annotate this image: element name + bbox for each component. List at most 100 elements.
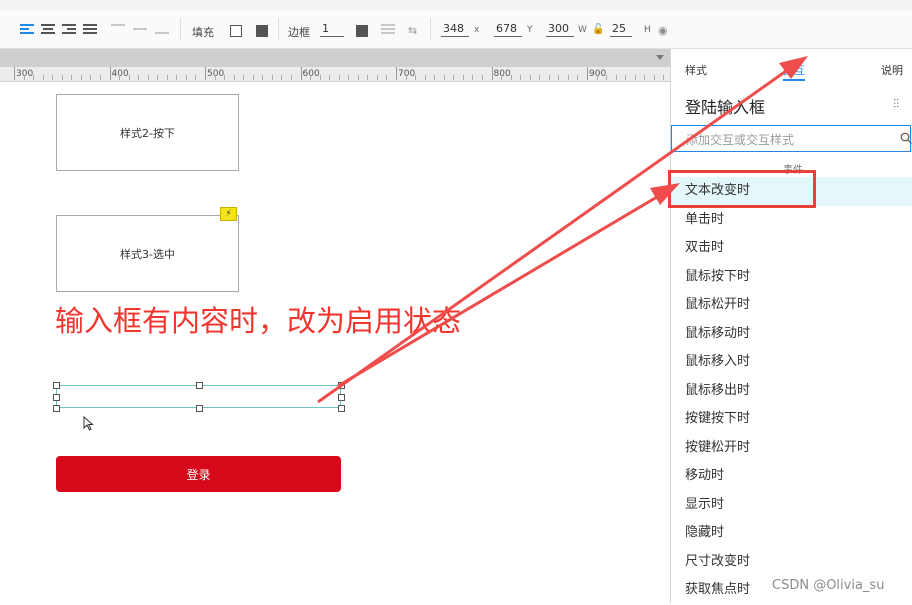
tab-style[interactable]: 样式	[685, 62, 707, 78]
style-pressed-box[interactable]: 样式2-按下	[56, 94, 239, 171]
ruler-minor-tick	[243, 75, 245, 80]
ruler-tick-label: 600	[302, 69, 320, 79]
ruler-tick-label: 700	[398, 69, 416, 79]
border-arrow-icon[interactable]: ⇆	[408, 24, 417, 37]
event-item[interactable]: 鼠标松开时	[671, 291, 912, 320]
align-top-icon[interactable]	[111, 24, 125, 34]
border-width-input[interactable]: 1	[320, 22, 344, 37]
ruler-minor-tick	[424, 75, 426, 80]
watermark-text: CSDN @Olivia_su	[772, 578, 885, 593]
ruler-tick-label: 500	[207, 69, 225, 79]
align-center-icon[interactable]	[41, 24, 55, 34]
widget-name-title[interactable]: 登陆输入框	[685, 94, 765, 118]
resize-handle[interactable]	[338, 394, 345, 401]
ruler-minor-tick	[166, 75, 168, 80]
border-color-swatch[interactable]	[356, 25, 368, 37]
page-tab-dropdown-icon[interactable]	[656, 55, 664, 60]
inspector-panel: 样式 交互 说明 登陆输入框 ⫶⫶ 事件 文本改变时单击时双击时鼠标按下时鼠标松…	[670, 49, 912, 603]
event-item[interactable]: 按键按下时	[671, 405, 912, 434]
event-item[interactable]: 鼠标移出时	[671, 377, 912, 406]
ruler-minor-tick	[52, 75, 54, 80]
resize-handle[interactable]	[338, 405, 345, 412]
annotation-text: 输入框有内容时，改为启用状态	[55, 304, 462, 338]
tab-interaction[interactable]: 交互	[783, 62, 805, 78]
ruler-minor-tick	[90, 75, 92, 80]
ruler-minor-tick	[529, 75, 531, 80]
ruler-minor-tick	[224, 75, 226, 80]
ruler-minor-tick	[453, 75, 455, 80]
ruler-minor-tick	[147, 75, 149, 80]
style-selected-box[interactable]: 样式3-选中	[56, 215, 239, 292]
fill-label: 填充	[192, 26, 214, 39]
x-position-input[interactable]: 348	[441, 22, 469, 37]
login-button[interactable]: 登录	[56, 456, 341, 492]
fill-color-swatch[interactable]	[230, 25, 242, 37]
ruler-minor-tick	[262, 75, 264, 80]
event-item[interactable]: 移动时	[671, 462, 912, 491]
resize-handle[interactable]	[338, 382, 345, 389]
interaction-search-box[interactable]	[671, 125, 912, 152]
ruler-minor-tick	[462, 75, 464, 80]
page-tab-bar	[0, 49, 670, 67]
format-toolbar: 填充 边框 1 ⇆ 348 x 678 Y 300 W 🔓 25 H ◉	[0, 10, 912, 49]
align-justify-icon[interactable]	[83, 24, 97, 34]
height-input[interactable]: 25	[610, 22, 632, 37]
style-pressed-label: 样式2-按下	[120, 126, 175, 140]
filter-settings-icon[interactable]: ⫶⫶	[893, 97, 899, 112]
event-item[interactable]: 鼠标按下时	[671, 263, 912, 292]
ruler-tick	[109, 67, 111, 80]
ruler-minor-tick	[290, 75, 292, 80]
event-item[interactable]: 鼠标移动时	[671, 320, 912, 349]
align-bottom-icon[interactable]	[155, 24, 169, 34]
ruler-tick-label: 900	[589, 69, 607, 79]
interaction-search-input[interactable]	[684, 130, 888, 150]
ruler-minor-tick	[481, 75, 483, 80]
ruler-tick-label: 300	[16, 69, 34, 79]
event-item[interactable]: 单击时	[671, 206, 912, 235]
ruler-minor-tick	[606, 75, 608, 80]
event-item[interactable]: 按键松开时	[671, 434, 912, 463]
event-item[interactable]: 显示时	[671, 491, 912, 520]
fill-style-swatch[interactable]	[256, 25, 268, 37]
width-axis-label: W	[578, 25, 587, 35]
ruler-minor-tick	[357, 75, 359, 80]
height-axis-label: H	[644, 25, 651, 35]
active-tab-indicator	[783, 79, 805, 81]
lightning-icon[interactable]: ⚡	[220, 207, 237, 221]
resize-handle[interactable]	[53, 405, 60, 412]
event-item[interactable]: 隐藏时	[671, 519, 912, 548]
event-item[interactable]: 鼠标移入时	[671, 348, 912, 377]
ruler-minor-tick	[271, 75, 273, 80]
resize-handle[interactable]	[196, 382, 203, 389]
align-right-icon[interactable]	[62, 24, 76, 34]
border-style-icon[interactable]	[381, 24, 395, 34]
mouse-pointer-icon	[83, 416, 94, 431]
resize-handle[interactable]	[53, 382, 60, 389]
width-input[interactable]: 300	[546, 22, 574, 37]
tab-notes[interactable]: 说明	[881, 62, 903, 78]
ruler-minor-tick	[663, 75, 665, 80]
event-item[interactable]: 双击时	[671, 234, 912, 263]
resize-handle[interactable]	[53, 394, 60, 401]
ruler-minor-tick	[367, 75, 369, 80]
ruler-minor-tick	[71, 75, 73, 80]
search-icon[interactable]	[900, 132, 912, 144]
lock-icon[interactable]: 🔓	[592, 24, 604, 35]
ruler-minor-tick	[195, 75, 197, 80]
ruler-minor-tick	[348, 75, 350, 80]
ruler-minor-tick	[23, 75, 25, 80]
ruler-minor-tick	[415, 75, 417, 80]
ruler-minor-tick	[644, 75, 646, 80]
ruler-minor-tick	[319, 75, 321, 80]
align-left-icon[interactable]	[20, 24, 34, 34]
resize-handle[interactable]	[196, 405, 203, 412]
y-position-input[interactable]: 678	[494, 22, 522, 37]
ruler-minor-tick	[119, 75, 121, 80]
ruler-minor-tick	[634, 75, 636, 80]
event-item[interactable]: 尺寸改变时	[671, 548, 912, 577]
ruler-minor-tick	[653, 75, 655, 80]
login-button-label: 登录	[186, 467, 211, 482]
ruler-minor-tick	[61, 75, 63, 80]
align-middle-icon[interactable]	[133, 24, 147, 34]
visibility-eye-icon[interactable]: ◉	[658, 24, 668, 37]
